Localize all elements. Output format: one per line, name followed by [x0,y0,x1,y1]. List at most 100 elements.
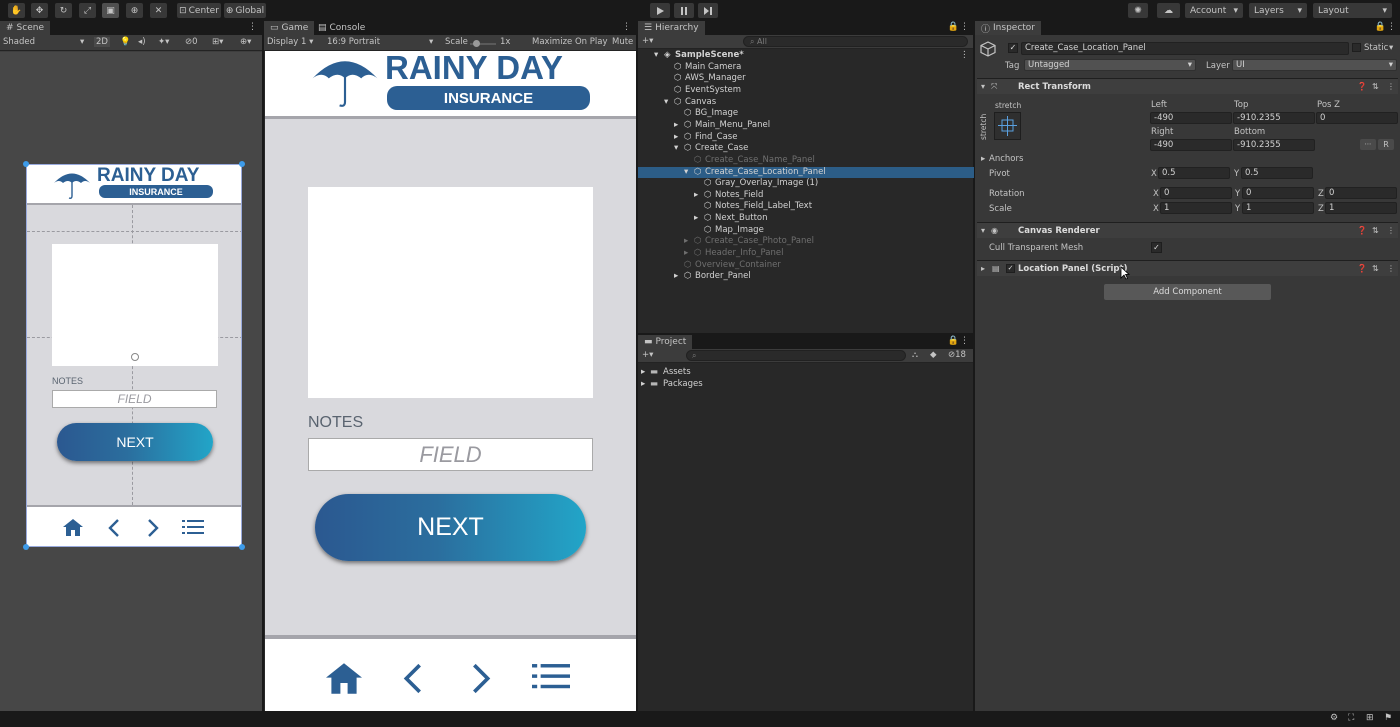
expand-arrow-icon[interactable]: ▾ [664,97,668,107]
tab-inspector[interactable]: ⓘ Inspector [975,21,1041,35]
game-next-button[interactable]: NEXT [315,494,586,561]
tab-scene[interactable]: # Scene [0,21,50,35]
expand-arrow-icon[interactable]: ▸ [981,264,985,273]
game-notes-field[interactable]: FIELD [308,438,593,471]
script-enabled-checkbox[interactable]: ✓ [1006,264,1015,273]
panel-menu-icon[interactable]: ⋮ [622,22,631,32]
presets-icon[interactable]: ⇅ [1372,82,1379,91]
shading-dropdown[interactable]: Shaded ▾ [3,37,84,47]
panel-menu-icon[interactable]: ⋮ [960,336,969,346]
panel-menu-icon[interactable]: ⋮ [248,22,257,32]
tab-hierarchy[interactable]: ☰ Hierarchy [638,21,705,35]
component-menu-icon[interactable]: ⋮ [1387,82,1395,91]
hidden-packages-toggle[interactable]: ⊘18 [948,350,966,360]
hierarchy-item[interactable]: ▸ ⬡ Notes_Field [638,190,974,202]
hierarchy-item[interactable]: ▸ ⬡ Find_Case [638,132,974,144]
expand-arrow-icon[interactable]: ▸ [674,132,678,142]
play-button[interactable] [650,3,670,18]
help-icon[interactable]: ❓ [1357,82,1367,91]
pivot-y-field[interactable]: 0.5 [1241,167,1313,179]
tab-console[interactable]: ▤ Console [312,21,371,35]
hierarchy-item[interactable]: ▸ ⬡ Main_Menu_Panel [638,120,974,132]
scale-tool-icon[interactable]: ⤢ [79,3,96,18]
list-icon[interactable] [532,664,570,690]
hierarchy-item[interactable]: ⬡ EventSystem [638,85,974,97]
pivot-center-button[interactable]: ⊡ Center [177,3,221,18]
top-field[interactable]: -910.2355 [1233,112,1315,124]
hierarchy-item[interactable]: ▾ ⬡ Create_Case [638,143,974,155]
layers-dropdown[interactable]: Layers ▾ [1249,3,1307,18]
display-dropdown[interactable]: Display 1 ▾ [267,37,313,47]
hierarchy-item[interactable]: ⬡ Create_Case_Name_Panel [638,155,974,167]
scene-viewport[interactable]: RAINY DAY INSURANCE NOTES FIELD NEXT [0,52,262,711]
hand-tool-icon[interactable]: ✋ [8,3,25,18]
left-field[interactable]: -490 [1150,112,1232,124]
lock-icon[interactable]: 🔒 [948,336,959,346]
expand-arrow-icon[interactable]: ▸ [684,248,688,258]
active-checkbox[interactable]: ✓ [1008,43,1018,53]
custom-tool-icon[interactable]: ✕ [150,3,167,18]
effects-icon[interactable]: ✦▾ [158,37,169,47]
maximize-on-play-toggle[interactable]: Maximize On Play [532,37,607,47]
rotation-y-field[interactable]: 0 [1242,187,1314,199]
chevron-right-icon[interactable] [471,663,491,694]
expand-arrow-icon[interactable]: ▸ [684,236,688,246]
object-name-field[interactable]: Create_Case_Location_Panel [1021,42,1349,55]
help-icon[interactable]: ❓ [1357,226,1367,235]
hierarchy-item[interactable]: ▾ ⬡ Canvas [638,97,974,109]
scene-notes-field[interactable]: FIELD [52,390,217,408]
label-filter-icon[interactable]: ◆ [930,350,937,360]
right-field[interactable]: -490 [1150,139,1232,151]
anchors-label[interactable]: Anchors [989,154,1023,164]
tools-icon[interactable]: ⊞▾ [212,37,223,47]
chevron-right-icon[interactable] [147,519,159,537]
hierarchy-item[interactable]: ⬡ BG_Image [638,108,974,120]
step-button[interactable] [698,3,718,18]
static-checkbox[interactable] [1352,43,1361,52]
resize-handle[interactable] [23,544,29,550]
expand-arrow-icon[interactable]: ▸ [641,379,645,389]
scene-menu-icon[interactable]: ⋮ [960,50,969,60]
list-icon[interactable] [182,520,204,535]
rect-transform-header[interactable]: ▾ ⤧ Rect Transform ❓ ⇅ ⋮ [977,78,1398,94]
resize-handle[interactable] [239,161,245,167]
scene-next-button[interactable]: NEXT [57,423,213,461]
location-panel-script-header[interactable]: ▸ ▤ ✓ Location Panel (Script) ❓ ⇅ ⋮ [977,260,1398,276]
rect-tool-icon[interactable]: ▣ [102,3,119,18]
expand-arrow-icon[interactable]: ▸ [674,120,678,130]
game-view[interactable]: RAINY DAY INSURANCE NOTES FIELD NEXT [265,51,636,711]
layout-dropdown[interactable]: Layout ▾ [1313,3,1392,18]
canvas-renderer-header[interactable]: ▾ ◉ Canvas Renderer ❓ ⇅ ⋮ [977,222,1398,238]
blueprint-mode-button[interactable]: ⋯ [1360,139,1376,150]
expand-arrow-icon[interactable]: ▸ [694,190,698,200]
collab-icon[interactable]: ⊞ [1366,713,1374,723]
hierarchy-item[interactable]: ⬡ Overview_Container [638,260,974,272]
static-dropdown-icon[interactable]: ▾ [1389,43,1393,53]
hierarchy-item[interactable]: ⬡ AWS_Manager [638,73,974,85]
anchor-presets-button[interactable] [994,112,1021,140]
scale-y-field[interactable]: 1 [1242,202,1314,214]
expand-arrow-icon[interactable]: ▾ [684,167,688,177]
hierarchy-item[interactable]: ⬡ Map_Image [638,225,974,237]
project-folder-packages[interactable]: ▸ ▬ Packages [641,379,974,391]
hierarchy-item[interactable]: ▸ ⬡ Border_Panel [638,271,974,283]
mode-2d-toggle[interactable]: 2D [94,37,110,47]
cull-transparent-mesh-checkbox[interactable]: ✓ [1151,242,1162,253]
expand-arrow-icon[interactable]: ▸ [981,154,985,164]
hierarchy-item[interactable]: ⬡ Main Camera [638,62,974,74]
audio-icon[interactable]: ◂) [138,37,146,47]
component-menu-icon[interactable]: ⋮ [1387,264,1395,273]
chevron-left-icon[interactable] [108,519,120,537]
scale-x-field[interactable]: 1 [1160,202,1232,214]
component-menu-icon[interactable]: ⋮ [1387,226,1395,235]
expand-arrow-icon[interactable]: ▸ [694,213,698,223]
expand-arrow-icon[interactable]: ▾ [981,226,985,235]
hierarchy-item[interactable]: ▸ ⬡ Header_Info_Panel [638,248,974,260]
expand-arrow-icon[interactable]: ▸ [641,367,645,377]
add-component-button[interactable]: Add Component [1104,284,1271,300]
progress-icon[interactable]: ⚙ [1330,713,1338,723]
pivot-global-button[interactable]: ⊕ Global [224,3,266,18]
bottom-field[interactable]: -910.2355 [1233,139,1315,151]
project-folder-assets[interactable]: ▸ ▬ Assets [641,367,974,379]
home-icon[interactable] [63,519,83,536]
